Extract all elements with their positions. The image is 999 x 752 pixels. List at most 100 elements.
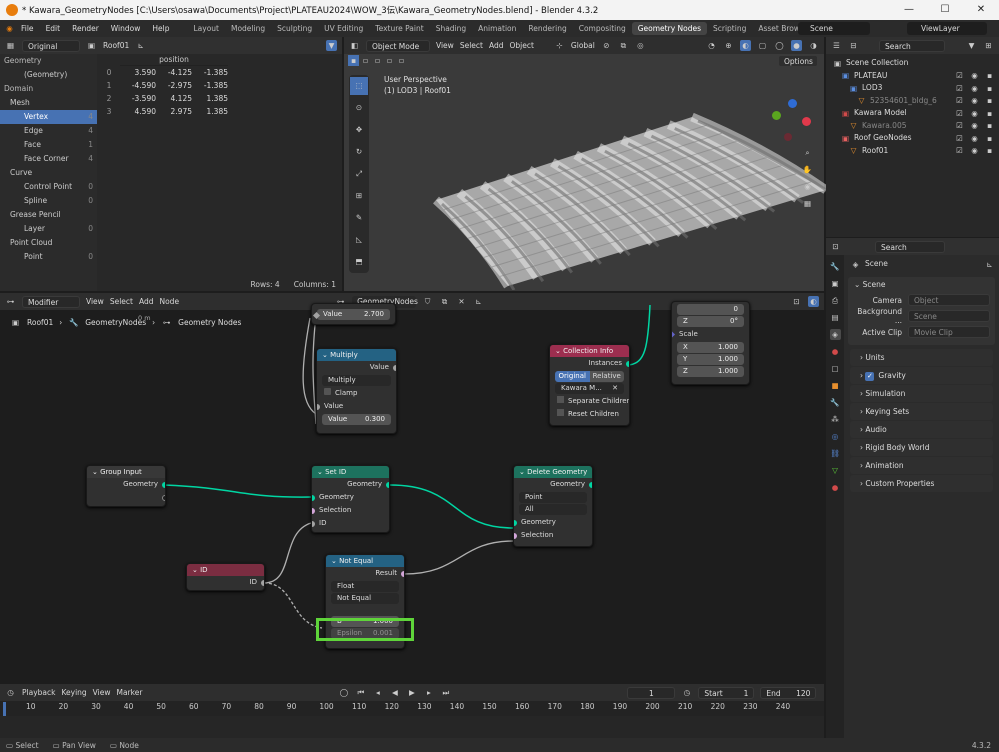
gizmo-y-axis-icon[interactable]: [772, 111, 781, 120]
transform-node[interactable]: 0 Z 0° Scale X 1.000 Y 1.000 Z 1.000: [671, 301, 750, 385]
visibility-icon[interactable]: ◔: [706, 40, 717, 51]
group-input-empty-socket[interactable]: [162, 495, 165, 501]
outliner-item[interactable]: ▽ 52354601_bldg_6 ☑ ◉ ▪: [826, 95, 999, 108]
select-intersect-icon[interactable]: ▫: [396, 55, 407, 66]
eye-icon[interactable]: ◉: [969, 95, 980, 106]
camera-view-icon[interactable]: ◉: [802, 181, 813, 192]
timeline-editor-icon[interactable]: ◷: [5, 687, 16, 698]
physics-tab-icon[interactable]: ◎: [830, 431, 841, 442]
active-clip-field[interactable]: Movie Clip: [908, 326, 990, 338]
multiply-input-socket[interactable]: [317, 404, 320, 410]
add-cube-tool-icon[interactable]: ⬒: [350, 253, 368, 271]
scale-x-field[interactable]: X 1.000: [677, 342, 744, 353]
camera-render-icon[interactable]: ▪: [984, 120, 995, 131]
tab-layout[interactable]: Layout: [187, 22, 225, 35]
select-new-icon[interactable]: ▪: [348, 55, 359, 66]
tab-geometry-nodes[interactable]: Geometry Nodes: [631, 22, 707, 35]
current-frame-field[interactable]: 1: [627, 686, 676, 699]
outliner-filter-icon[interactable]: ▼: [966, 40, 977, 51]
timeline-menu-marker[interactable]: Marker: [116, 688, 142, 697]
data-tab-icon[interactable]: ▽: [830, 465, 841, 476]
scene-tab-icon[interactable]: ◈: [829, 329, 841, 340]
delete-geometry-node[interactable]: ⌄ Delete Geometry Geometry Point All Geo…: [513, 465, 593, 547]
multiply-node[interactable]: ⌄ Multiply Value Multiply Clamp Value Va…: [316, 348, 397, 434]
tab-compositing[interactable]: Compositing: [573, 22, 632, 35]
viewlayer-selector[interactable]: ViewLayer: [907, 22, 987, 35]
domain-item-8[interactable]: Curve: [0, 166, 97, 180]
properties-search[interactable]: Search: [875, 240, 945, 253]
rotate-tool-icon[interactable]: ↻: [350, 143, 368, 161]
delete-domain-dropdown[interactable]: Point: [519, 492, 587, 503]
minimize-button[interactable]: —: [891, 0, 927, 20]
delete-selection-socket[interactable]: [514, 533, 517, 539]
menu-file[interactable]: File: [15, 24, 40, 33]
gizmo-icon[interactable]: ⊕: [723, 40, 734, 51]
id-node[interactable]: ⌄ ID ID: [186, 563, 265, 591]
eye-icon[interactable]: ◉: [969, 145, 980, 156]
gravity-checkbox[interactable]: ✓: [865, 372, 875, 381]
eye-icon[interactable]: ◉: [969, 108, 980, 119]
pan-hand-icon[interactable]: ✋: [802, 164, 813, 175]
group-input-node[interactable]: ⌄ Group Input Geometry: [86, 465, 166, 507]
tool-tab-icon[interactable]: 🔧: [830, 261, 841, 272]
viewport-menu-object[interactable]: Object: [509, 41, 533, 50]
outliner-search[interactable]: Search: [879, 39, 945, 52]
play-reverse-icon[interactable]: ◀: [389, 687, 400, 698]
preview-range-icon[interactable]: ◷: [681, 687, 692, 698]
viewport-3d[interactable]: ◧ Object Mode View Select Add Object ⊹ G…: [344, 37, 833, 291]
camera-render-icon[interactable]: ▪: [984, 83, 995, 94]
multiply-output-socket[interactable]: [393, 365, 396, 371]
domain-item-14[interactable]: Point 0: [0, 250, 97, 264]
filter-icon[interactable]: ▼: [326, 40, 337, 51]
maximize-button[interactable]: ☐: [927, 0, 963, 20]
shading-material-icon[interactable]: ◑: [808, 40, 819, 51]
scale-y-field[interactable]: Y 1.000: [677, 354, 744, 365]
background-field[interactable]: Scene: [908, 310, 990, 322]
camera-field[interactable]: Object: [908, 294, 990, 306]
viewport-menu-view[interactable]: View: [436, 41, 454, 50]
orientation-dropdown[interactable]: Global: [571, 41, 595, 50]
transform-orientation-icon[interactable]: ⊹: [554, 40, 565, 51]
panel-rigid-body-world[interactable]: › Rigid Body World: [850, 439, 993, 456]
xray-icon[interactable]: ▢: [757, 40, 768, 51]
view-layer-tab-icon[interactable]: ▤: [830, 312, 841, 323]
world-tab-icon[interactable]: ●: [830, 346, 841, 357]
spreadsheet-editor-icon[interactable]: ▦: [5, 40, 16, 51]
panel-keying-sets[interactable]: › Keying Sets: [850, 403, 993, 420]
camera-render-icon[interactable]: ▪: [984, 95, 995, 106]
group-input-geometry-socket[interactable]: [162, 482, 165, 488]
options-dropdown[interactable]: Options: [778, 55, 818, 67]
camera-render-icon[interactable]: ▪: [984, 133, 995, 144]
timeline-menu-view[interactable]: View: [93, 688, 111, 697]
exclude-checkbox-icon[interactable]: ☑: [954, 145, 965, 156]
not-equal-header[interactable]: ⌄ Not Equal: [326, 555, 404, 567]
panel-gravity[interactable]: › ✓ Gravity: [850, 367, 993, 384]
jump-start-icon[interactable]: ⏮: [355, 687, 366, 698]
id-node-header[interactable]: ⌄ ID: [187, 564, 264, 576]
measure-tool-icon[interactable]: ◺: [350, 231, 368, 249]
instances-socket[interactable]: [626, 361, 629, 367]
domain-item-12[interactable]: Layer 0: [0, 222, 97, 236]
collection-field[interactable]: Kawara M... ✕: [555, 383, 624, 394]
multiply-header[interactable]: ⌄ Multiply: [317, 349, 396, 361]
camera-render-icon[interactable]: ▪: [984, 108, 995, 119]
output-tab-icon[interactable]: ⎙: [830, 295, 841, 306]
domain-item-4[interactable]: Vertex 4: [0, 110, 97, 124]
domain-item-9[interactable]: Control Point 0: [0, 180, 97, 194]
collection-tab-icon[interactable]: ▢: [830, 363, 841, 374]
node-editor[interactable]: ⊶ Modifier View Select Add Node ⊶ Geomet…: [0, 293, 824, 683]
eye-icon[interactable]: ◉: [969, 83, 980, 94]
outliner-item[interactable]: ▽ Roof01 ☑ ◉ ▪: [826, 145, 999, 158]
set-id-node[interactable]: ⌄ Set ID Geometry Geometry Selection ID: [311, 465, 390, 533]
rotation-z-field[interactable]: Z 0°: [677, 316, 744, 327]
multiply-value-field[interactable]: Value 0.300: [322, 414, 391, 425]
select-invert-icon[interactable]: ▫: [384, 55, 395, 66]
delete-geometry-header[interactable]: ⌄ Delete Geometry: [514, 466, 592, 478]
select-extend-icon[interactable]: ▫: [360, 55, 371, 66]
pin-properties-icon[interactable]: ⊾: [984, 259, 995, 270]
collection-info-node[interactable]: ⌄ Collection Info Instances Original Rel…: [549, 344, 630, 426]
scene-panel-header[interactable]: ⌄ Scene: [848, 277, 995, 292]
shading-solid-icon[interactable]: ●: [791, 40, 802, 51]
outliner-item[interactable]: ▣ Scene Collection: [826, 57, 999, 70]
menu-render[interactable]: Render: [66, 24, 105, 33]
